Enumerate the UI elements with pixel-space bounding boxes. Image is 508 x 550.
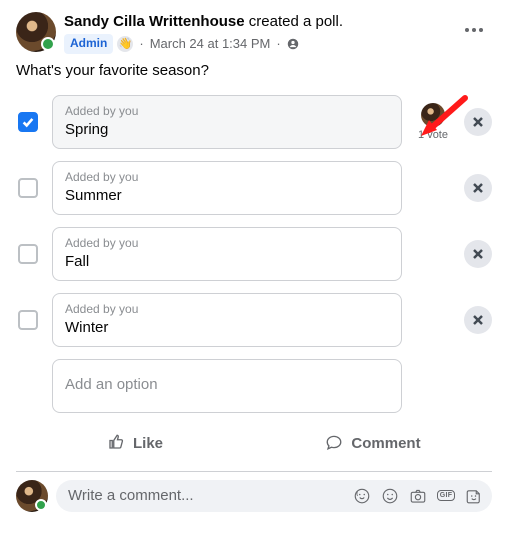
option-meta: Added by you xyxy=(65,302,389,316)
thumbs-up-icon xyxy=(107,433,125,455)
poll-option-row: Added by you Winter xyxy=(18,293,492,347)
current-user-avatar[interactable] xyxy=(16,480,48,512)
poll-option-row: Added by you Summer xyxy=(18,161,492,215)
option-label: Spring xyxy=(65,121,389,138)
emoji-icon[interactable] xyxy=(380,486,400,506)
comment-input-container[interactable]: GIF xyxy=(56,480,492,512)
remove-option-button[interactable] xyxy=(464,306,492,334)
option-card[interactable]: Added by you Spring xyxy=(52,95,402,149)
option-meta: Added by you xyxy=(65,170,389,184)
group-icon[interactable] xyxy=(287,38,299,50)
author-name[interactable]: Sandy Cilla Writtenhouse xyxy=(64,13,245,30)
comment-row: GIF xyxy=(16,480,492,512)
avatar-sticker-icon[interactable] xyxy=(352,486,372,506)
sticker-icon[interactable] xyxy=(464,486,484,506)
add-option-card[interactable]: Add an option xyxy=(52,359,402,413)
post-menu-button[interactable] xyxy=(456,12,492,48)
option-label: Winter xyxy=(65,319,389,336)
option-label: Summer xyxy=(65,187,389,204)
vote-column: 1 vote xyxy=(416,103,450,141)
remove-option-button[interactable] xyxy=(464,108,492,136)
action-suffix: created a poll. xyxy=(245,13,343,30)
add-option-row: Add an option xyxy=(18,359,492,413)
like-label: Like xyxy=(133,435,163,452)
poll-options: Added by you Spring 1 vote Added by you … xyxy=(16,95,492,413)
option-card[interactable]: Added by you Fall xyxy=(52,227,402,281)
add-option-placeholder: Add an option xyxy=(65,376,389,393)
post-actions: Like Comment xyxy=(16,425,492,463)
comment-button[interactable]: Comment xyxy=(254,425,492,463)
option-checkbox[interactable] xyxy=(18,244,38,264)
camera-icon[interactable] xyxy=(408,486,428,506)
option-checkbox[interactable] xyxy=(18,178,38,198)
option-meta: Added by you xyxy=(65,236,389,250)
voter-avatar[interactable] xyxy=(421,103,445,127)
option-card[interactable]: Added by you Summer xyxy=(52,161,402,215)
dot-separator xyxy=(137,35,145,52)
option-meta: Added by you xyxy=(65,104,389,118)
post-header: Sandy Cilla Writtenhouse created a poll.… xyxy=(16,12,492,54)
comment-label: Comment xyxy=(351,435,420,452)
meta-line: Admin 👋 March 24 at 1:34 PM xyxy=(64,34,448,54)
option-checkbox[interactable] xyxy=(18,112,38,132)
admin-badge[interactable]: Admin xyxy=(64,34,113,54)
vote-count: 1 vote xyxy=(418,129,448,141)
author-line: Sandy Cilla Writtenhouse created a poll. xyxy=(64,12,448,32)
dot-separator xyxy=(274,35,282,52)
poll-option-row: Added by you Fall xyxy=(18,227,492,281)
comment-icons: GIF xyxy=(352,486,484,506)
poll-question: What's your favorite season? xyxy=(16,62,492,79)
author-avatar[interactable] xyxy=(16,12,56,52)
poll-option-row: Added by you Spring 1 vote xyxy=(18,95,492,149)
gif-icon[interactable]: GIF xyxy=(436,486,456,506)
comment-icon xyxy=(325,433,343,455)
option-checkbox[interactable] xyxy=(18,310,38,330)
comment-input[interactable] xyxy=(68,487,352,504)
remove-option-button[interactable] xyxy=(464,240,492,268)
option-label: Fall xyxy=(65,253,389,270)
divider xyxy=(16,471,492,472)
header-text: Sandy Cilla Writtenhouse created a poll.… xyxy=(64,12,448,54)
gif-label: GIF xyxy=(437,490,456,501)
wave-badge: 👋 xyxy=(117,36,133,52)
timestamp[interactable]: March 24 at 1:34 PM xyxy=(150,35,271,52)
like-button[interactable]: Like xyxy=(16,425,254,463)
ellipsis-icon xyxy=(465,28,483,32)
remove-option-button[interactable] xyxy=(464,174,492,202)
option-card[interactable]: Added by you Winter xyxy=(52,293,402,347)
